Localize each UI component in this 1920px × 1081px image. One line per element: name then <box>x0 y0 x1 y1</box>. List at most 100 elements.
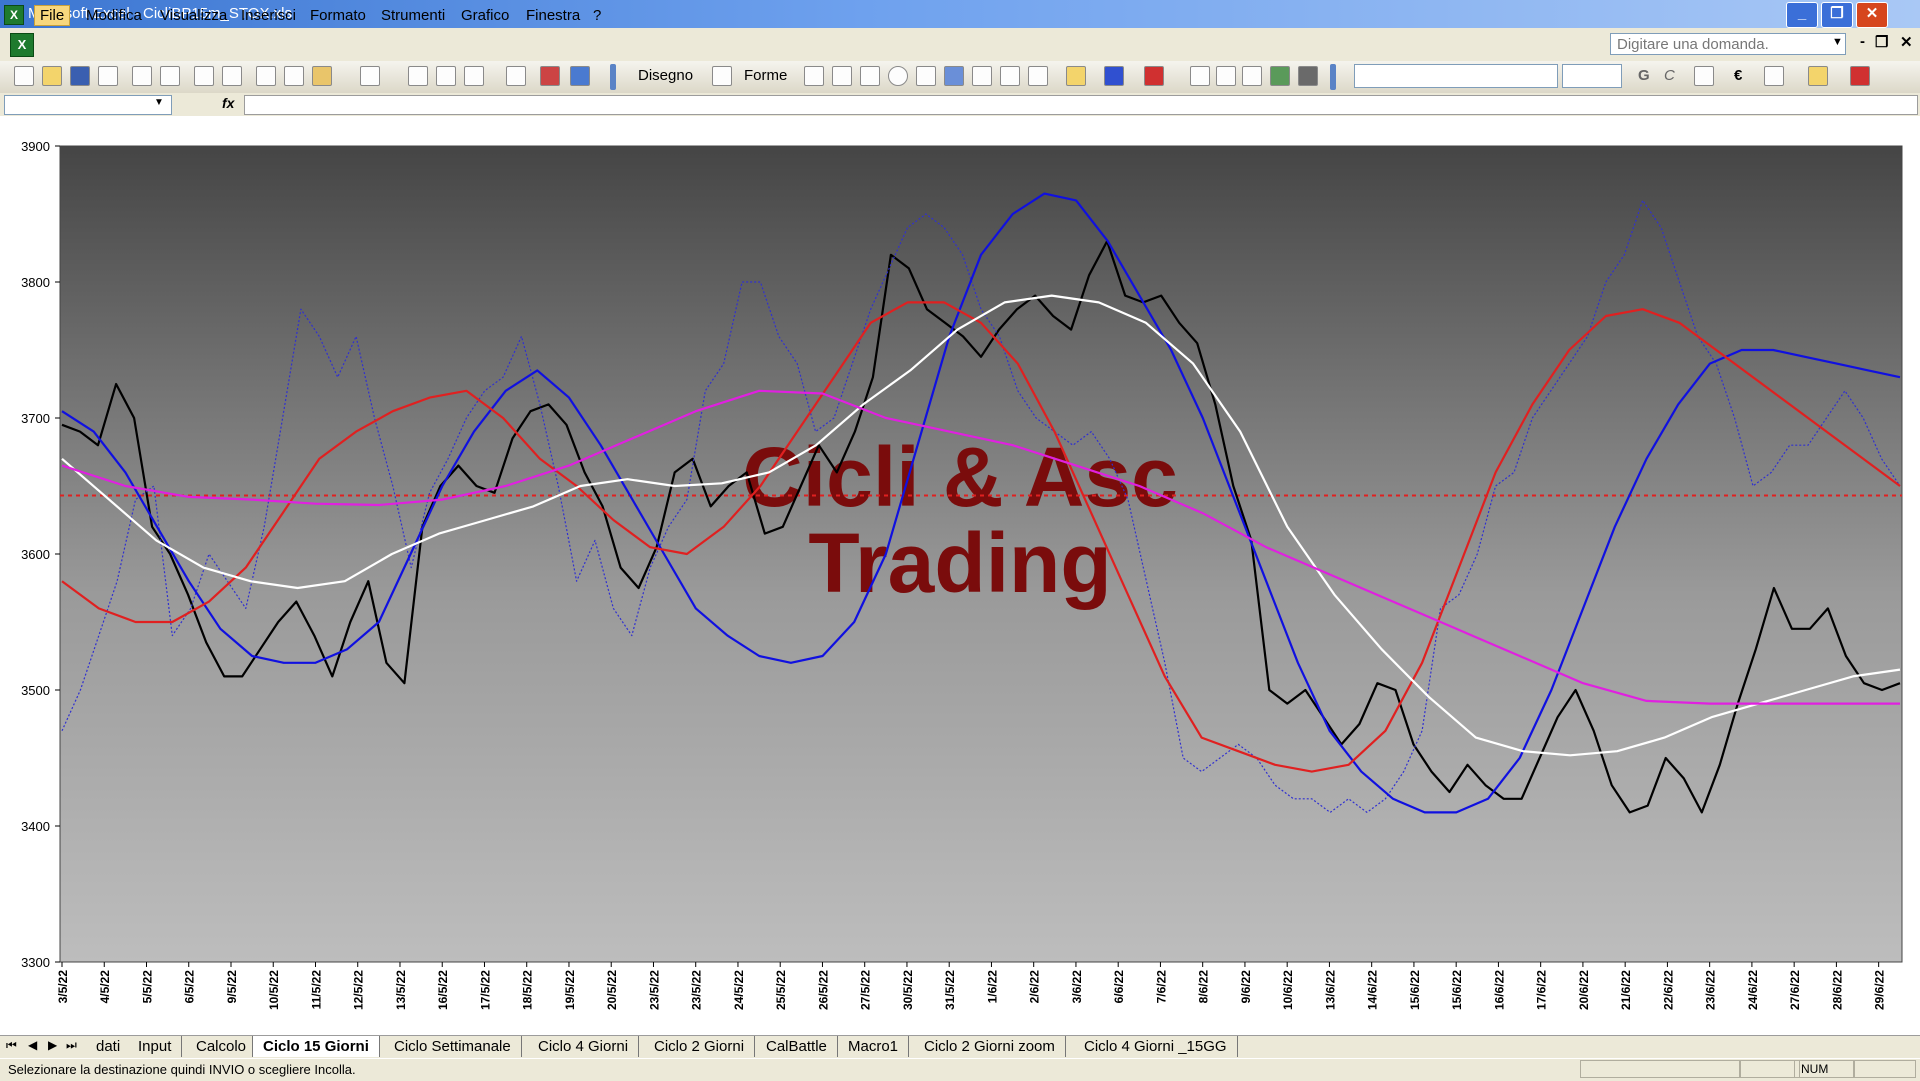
hyperlink-icon[interactable] <box>436 66 456 86</box>
last-sheet-icon[interactable]: ⏭ <box>66 1038 77 1053</box>
arrow-icon[interactable] <box>832 66 852 86</box>
rectangle-icon[interactable] <box>860 66 880 86</box>
3d-icon[interactable] <box>1298 66 1318 86</box>
bold-button[interactable]: G <box>1638 67 1650 84</box>
print-preview-icon[interactable] <box>160 66 180 86</box>
maximize-button[interactable]: ❐ <box>1821 2 1853 28</box>
borders-icon[interactable] <box>1764 66 1784 86</box>
chart-wizard-icon[interactable] <box>408 66 428 86</box>
fill-color-icon[interactable] <box>1066 66 1086 86</box>
x-tick-label: 6/5/22 <box>183 970 197 1004</box>
x-tick-label: 20/5/22 <box>605 970 619 1010</box>
tab-ciclo-2-giorni[interactable]: Ciclo 2 Giorni <box>644 1036 756 1057</box>
x-tick-label: 10/6/22 <box>1281 970 1295 1010</box>
copy-icon[interactable] <box>284 66 304 86</box>
chevron-down-icon[interactable]: ▼ <box>1832 36 1843 48</box>
next-sheet-icon[interactable]: ▶ <box>48 1038 57 1052</box>
dash-style-icon[interactable] <box>1216 66 1236 86</box>
name-box[interactable] <box>4 95 172 115</box>
doc-minimize-button[interactable]: - <box>1860 33 1865 50</box>
excel-icon[interactable]: X <box>4 5 24 25</box>
toolbar-grip-2[interactable] <box>1330 64 1336 90</box>
tab-calbattle[interactable]: CalBattle <box>756 1036 838 1057</box>
autosum-icon[interactable] <box>464 66 484 86</box>
tab-ciclo-2-giorni-zoom[interactable]: Ciclo 2 Giorni zoom <box>914 1036 1066 1057</box>
x-tick-label: 10/5/22 <box>267 970 281 1010</box>
currency-button[interactable]: € <box>1734 67 1742 84</box>
research-icon[interactable] <box>222 66 242 86</box>
tab-ciclo-4-giorni-15gg[interactable]: Ciclo 4 Giorni _15GG <box>1074 1036 1238 1057</box>
menu-visualizza[interactable]: Visualizza <box>160 7 227 24</box>
x-tick-label: 13/5/22 <box>394 970 408 1010</box>
shapes-menu[interactable]: Forme <box>744 67 787 84</box>
undo-icon[interactable] <box>360 66 380 86</box>
wordart-icon[interactable] <box>944 66 964 86</box>
arrow-style-icon[interactable] <box>1242 66 1262 86</box>
x-tick-label: 24/5/22 <box>732 970 746 1010</box>
permission-icon[interactable] <box>98 66 118 86</box>
chart-area[interactable]: Cicli & Asc Trading 3300 3400 3500 3600 3700… <box>0 116 1920 1035</box>
tab-ciclo-4-giorni[interactable]: Ciclo 4 Giorni <box>528 1036 640 1057</box>
paste-icon[interactable] <box>312 66 332 86</box>
draw-menu[interactable]: Disegno <box>638 67 693 84</box>
font-size-combo[interactable] <box>1562 64 1622 88</box>
chart[interactable]: Cicli & Asc Trading 33003400350036003700… <box>0 116 1920 1035</box>
chevron-down-icon[interactable]: ▼ <box>154 97 164 108</box>
shadow-icon[interactable] <box>1270 66 1290 86</box>
menu-formato[interactable]: Formato <box>310 7 366 24</box>
font-color-icon-2[interactable] <box>1850 66 1870 86</box>
x-tick-label: 12/5/22 <box>352 970 366 1010</box>
tab-ciclo-15-giorni[interactable]: Ciclo 15 Giorni <box>252 1036 380 1057</box>
select-objects-icon[interactable] <box>712 66 732 86</box>
tab-ciclo-settimanale[interactable]: Ciclo Settimanale <box>384 1036 522 1057</box>
doc-close-button[interactable]: ✕ <box>1900 33 1913 51</box>
menu-strumenti[interactable]: Strumenti <box>381 7 445 24</box>
x-tick-label: 27/5/22 <box>859 970 873 1010</box>
prev-sheet-icon[interactable]: ◀ <box>28 1038 37 1052</box>
fill-color-icon-2[interactable] <box>1808 66 1828 86</box>
menu-help[interactable]: ? <box>593 7 601 24</box>
help-icon[interactable] <box>570 66 590 86</box>
tab-calcolo[interactable]: Calcolo <box>186 1036 258 1057</box>
x-tick-label: 6/6/22 <box>1112 970 1126 1004</box>
ask-question-input[interactable]: Digitare una domanda. <box>1610 33 1846 55</box>
y-tick-label: 3800 <box>21 275 50 290</box>
oval-icon[interactable] <box>888 66 908 86</box>
tab-dati[interactable]: dati <box>86 1036 132 1057</box>
toolbar-grip[interactable] <box>610 64 616 90</box>
font-name-combo[interactable] <box>1354 64 1558 88</box>
picture-icon[interactable] <box>1028 66 1048 86</box>
tab-input[interactable]: Input <box>128 1036 183 1057</box>
x-tick-label: 11/5/22 <box>309 970 323 1010</box>
chart-icon[interactable] <box>540 66 560 86</box>
new-icon[interactable] <box>14 66 34 86</box>
diagram-icon[interactable] <box>972 66 992 86</box>
menu-finestra[interactable]: Finestra <box>526 7 580 24</box>
textbox-icon[interactable] <box>916 66 936 86</box>
line-color-icon[interactable] <box>1104 66 1124 86</box>
close-button[interactable]: ✕ <box>1856 2 1888 28</box>
tab-macro1[interactable]: Macro1 <box>838 1036 910 1057</box>
line-style-icon[interactable] <box>1190 66 1210 86</box>
open-icon[interactable] <box>42 66 62 86</box>
menu-inserisci[interactable]: Inserisci <box>241 7 296 24</box>
line-icon[interactable] <box>804 66 824 86</box>
menu-grafico[interactable]: Grafico <box>461 7 509 24</box>
doc-restore-button[interactable]: ❐ <box>1875 33 1888 51</box>
menu-file[interactable]: File <box>34 5 71 26</box>
excel-doc-icon[interactable]: X <box>10 33 34 57</box>
minimize-button[interactable]: _ <box>1786 2 1818 28</box>
clipart-icon[interactable] <box>1000 66 1020 86</box>
first-sheet-icon[interactable]: ⏮ <box>6 1038 17 1053</box>
sort-icon[interactable] <box>506 66 526 86</box>
save-icon[interactable] <box>70 66 90 86</box>
print-icon[interactable] <box>132 66 152 86</box>
italic-button[interactable]: C <box>1664 67 1675 84</box>
fx-icon[interactable]: fx <box>222 95 234 111</box>
formula-input[interactable] <box>244 95 1918 115</box>
align-icon[interactable] <box>1694 66 1714 86</box>
font-color-icon[interactable] <box>1144 66 1164 86</box>
spelling-icon[interactable] <box>194 66 214 86</box>
cut-icon[interactable] <box>256 66 276 86</box>
menu-modifica[interactable]: Modifica <box>86 7 142 24</box>
